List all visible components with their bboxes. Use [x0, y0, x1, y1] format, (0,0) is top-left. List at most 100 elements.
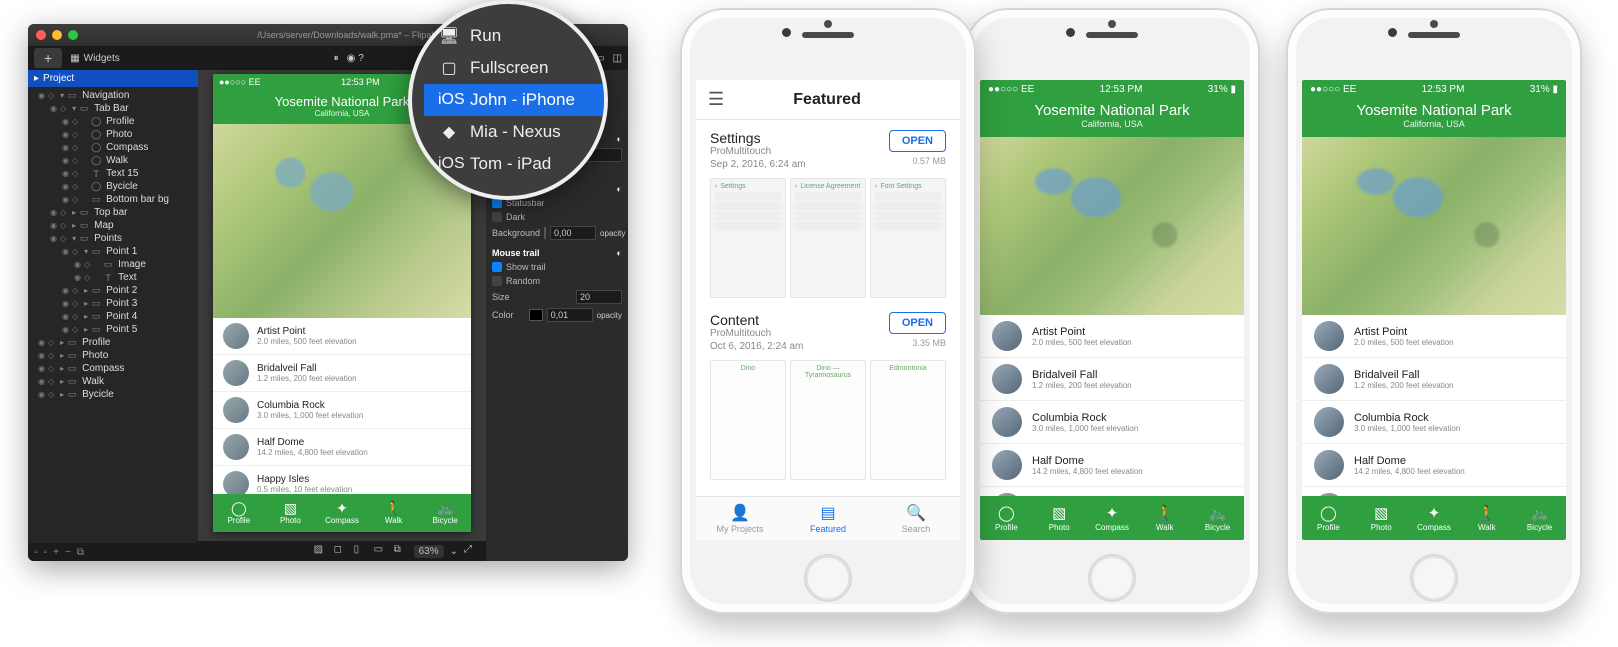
- tree-row[interactable]: ◉◇▭Image: [28, 258, 198, 271]
- caret-icon[interactable]: ▸: [70, 208, 78, 217]
- poi-item[interactable]: Artist Point2.0 miles, 500 feet elevatio…: [1302, 315, 1566, 358]
- run-target-item[interactable]: iOSTom - iPad: [424, 148, 604, 180]
- remove-layer-icon[interactable]: −: [65, 547, 71, 558]
- traffic-lights[interactable]: [36, 30, 78, 40]
- section-toggle-icon[interactable]: ◐: [617, 134, 622, 144]
- tree-row[interactable]: ◉◇▾▭Point 1: [28, 245, 198, 258]
- sidebar-header[interactable]: ▸ Project: [28, 70, 198, 87]
- caret-icon[interactable]: ▸: [58, 338, 66, 347]
- park-poi-list[interactable]: Artist Point2.0 miles, 500 feet elevatio…: [1302, 315, 1566, 496]
- section-toggle-icon[interactable]: ◐: [617, 184, 622, 194]
- visibility-icon[interactable]: ◉: [38, 377, 45, 386]
- hamburger-icon[interactable]: ☰: [708, 89, 724, 110]
- bg-opacity-input[interactable]: [550, 226, 596, 240]
- tab-photo[interactable]: ▧Photo: [265, 494, 317, 532]
- zoom-icon[interactable]: [68, 30, 78, 40]
- visibility-icon[interactable]: ◉: [62, 299, 69, 308]
- visibility-icon[interactable]: ◉: [38, 390, 45, 399]
- tab-compass[interactable]: ✦Compass: [1408, 496, 1461, 540]
- add-button[interactable]: +: [34, 48, 62, 68]
- visibility-icon[interactable]: ◉: [62, 286, 69, 295]
- help-button[interactable]: ◉ ?: [347, 53, 364, 64]
- visibility-icon[interactable]: ◉: [38, 364, 45, 373]
- folder-icon[interactable]: ▫: [44, 547, 48, 558]
- poi-item[interactable]: Bridalveil Fall1.2 miles, 200 feet eleva…: [1302, 358, 1566, 401]
- poi-item[interactable]: Happy Isles0.5 miles, 10 feet elevation: [980, 487, 1244, 496]
- run-target-item[interactable]: iOSJohn - iPhone: [424, 84, 604, 116]
- tree-row[interactable]: ◉◇◯Walk: [28, 154, 198, 167]
- fullscreen-icon[interactable]: ⤢: [464, 544, 478, 558]
- visibility-icon[interactable]: ◉: [38, 351, 45, 360]
- lock-icon[interactable]: ◇: [60, 208, 66, 217]
- lock-icon[interactable]: ◇: [72, 247, 78, 256]
- tab-bicycle[interactable]: 🚲Bicycle: [1191, 496, 1244, 540]
- lock-icon[interactable]: ◇: [72, 312, 78, 321]
- tree-row[interactable]: ◉◇▸▭Point 2: [28, 284, 198, 297]
- visibility-icon[interactable]: ◉: [62, 169, 69, 178]
- tab-walk[interactable]: 🚶Walk: [1460, 496, 1513, 540]
- featured-tab-featured[interactable]: ▤Featured: [784, 497, 872, 540]
- close-icon[interactable]: [36, 30, 46, 40]
- visibility-icon[interactable]: ◉: [62, 325, 69, 334]
- lock-icon[interactable]: ◇: [60, 221, 66, 230]
- tree-row[interactable]: ◉◇TText 15: [28, 167, 198, 180]
- visibility-icon[interactable]: ◉: [50, 104, 57, 113]
- caret-icon[interactable]: ▾: [70, 234, 78, 243]
- tree-row[interactable]: ◉◇▸▭Bycicle: [28, 388, 198, 401]
- section-toggle-icon[interactable]: ◐: [617, 248, 622, 258]
- color-opacity-input[interactable]: [547, 308, 593, 322]
- tab-profile[interactable]: ◯Profile: [1302, 496, 1355, 540]
- duplicate-icon[interactable]: ⧉: [77, 547, 84, 558]
- caret-icon[interactable]: ▸: [70, 221, 78, 230]
- visibility-icon[interactable]: ◉: [38, 338, 45, 347]
- tab-bicycle[interactable]: 🚲Bicycle: [1513, 496, 1566, 540]
- lock-icon[interactable]: ◇: [48, 91, 54, 100]
- tree-row[interactable]: ◉◇◯Compass: [28, 141, 198, 154]
- widgets-button[interactable]: ▦ Widgets: [70, 53, 120, 64]
- poi-item[interactable]: Happy Isles0.5 miles, 10 feet elevation: [1302, 487, 1566, 496]
- visibility-icon[interactable]: ◉: [62, 312, 69, 321]
- home-button[interactable]: [1088, 554, 1136, 602]
- run-target-item[interactable]: ▢Fullscreen: [424, 52, 604, 84]
- poi-item[interactable]: Artist Point2.0 miles, 500 feet elevatio…: [980, 315, 1244, 358]
- poi-item[interactable]: Artist Point2.0 miles, 500 feet elevatio…: [213, 318, 471, 355]
- poi-item[interactable]: Half Dome14.2 miles, 4,800 feet elevatio…: [213, 429, 471, 466]
- caret-icon[interactable]: ▾: [58, 91, 66, 100]
- lock-icon[interactable]: ◇: [72, 143, 78, 152]
- caret-icon[interactable]: ▸: [58, 364, 66, 373]
- panels-icon[interactable]: ◫: [613, 53, 622, 64]
- visibility-icon[interactable]: ◉: [74, 273, 81, 282]
- trail-color-swatch[interactable]: [529, 309, 543, 321]
- tab-compass[interactable]: ✦Compass: [316, 494, 368, 532]
- tree-row[interactable]: ◉◇◯Profile: [28, 115, 198, 128]
- visibility-icon[interactable]: ◉: [62, 117, 69, 126]
- tab-compass[interactable]: ✦Compass: [1086, 496, 1139, 540]
- lock-icon[interactable]: ◇: [72, 299, 78, 308]
- poi-item[interactable]: Bridalveil Fall1.2 miles, 200 feet eleva…: [213, 355, 471, 392]
- visibility-icon[interactable]: ◉: [62, 130, 69, 139]
- lock-icon[interactable]: ◇: [72, 286, 78, 295]
- featured-card[interactable]: ContentProMultitouchOct 6, 2016, 2:24 am…: [696, 302, 960, 484]
- tree-row[interactable]: ◉◇▸▭Point 3: [28, 297, 198, 310]
- home-button[interactable]: [804, 554, 852, 602]
- visibility-icon[interactable]: ◉: [62, 247, 69, 256]
- tree-row[interactable]: ◉◇▸▭Photo: [28, 349, 198, 362]
- zoom-level[interactable]: 63%: [414, 545, 444, 558]
- park-poi-list[interactable]: Artist Point2.0 miles, 500 feet elevatio…: [980, 315, 1244, 496]
- visibility-icon[interactable]: ◉: [50, 234, 57, 243]
- open-button[interactable]: OPEN: [889, 312, 946, 334]
- bg-color-swatch[interactable]: [544, 227, 546, 239]
- visibility-icon[interactable]: ◉: [62, 143, 69, 152]
- caret-icon[interactable]: ▸: [82, 299, 90, 308]
- lock-icon[interactable]: ◇: [48, 390, 54, 399]
- tree-row[interactable]: ◉◇▾▭Points: [28, 232, 198, 245]
- caret-icon[interactable]: ▸: [82, 325, 90, 334]
- tablet-icon[interactable]: ▭: [374, 544, 388, 558]
- poi-item[interactable]: Half Dome14.2 miles, 4,800 feet elevatio…: [980, 444, 1244, 487]
- tree-row[interactable]: ◉◇▸▭Point 4: [28, 310, 198, 323]
- tab-walk[interactable]: 🚶Walk: [368, 494, 420, 532]
- caret-icon[interactable]: ▾: [82, 247, 90, 256]
- tree-row[interactable]: ◉◇▾▭Navigation: [28, 89, 198, 102]
- minimize-icon[interactable]: [52, 30, 62, 40]
- bounds-icon[interactable]: ◻: [334, 544, 348, 558]
